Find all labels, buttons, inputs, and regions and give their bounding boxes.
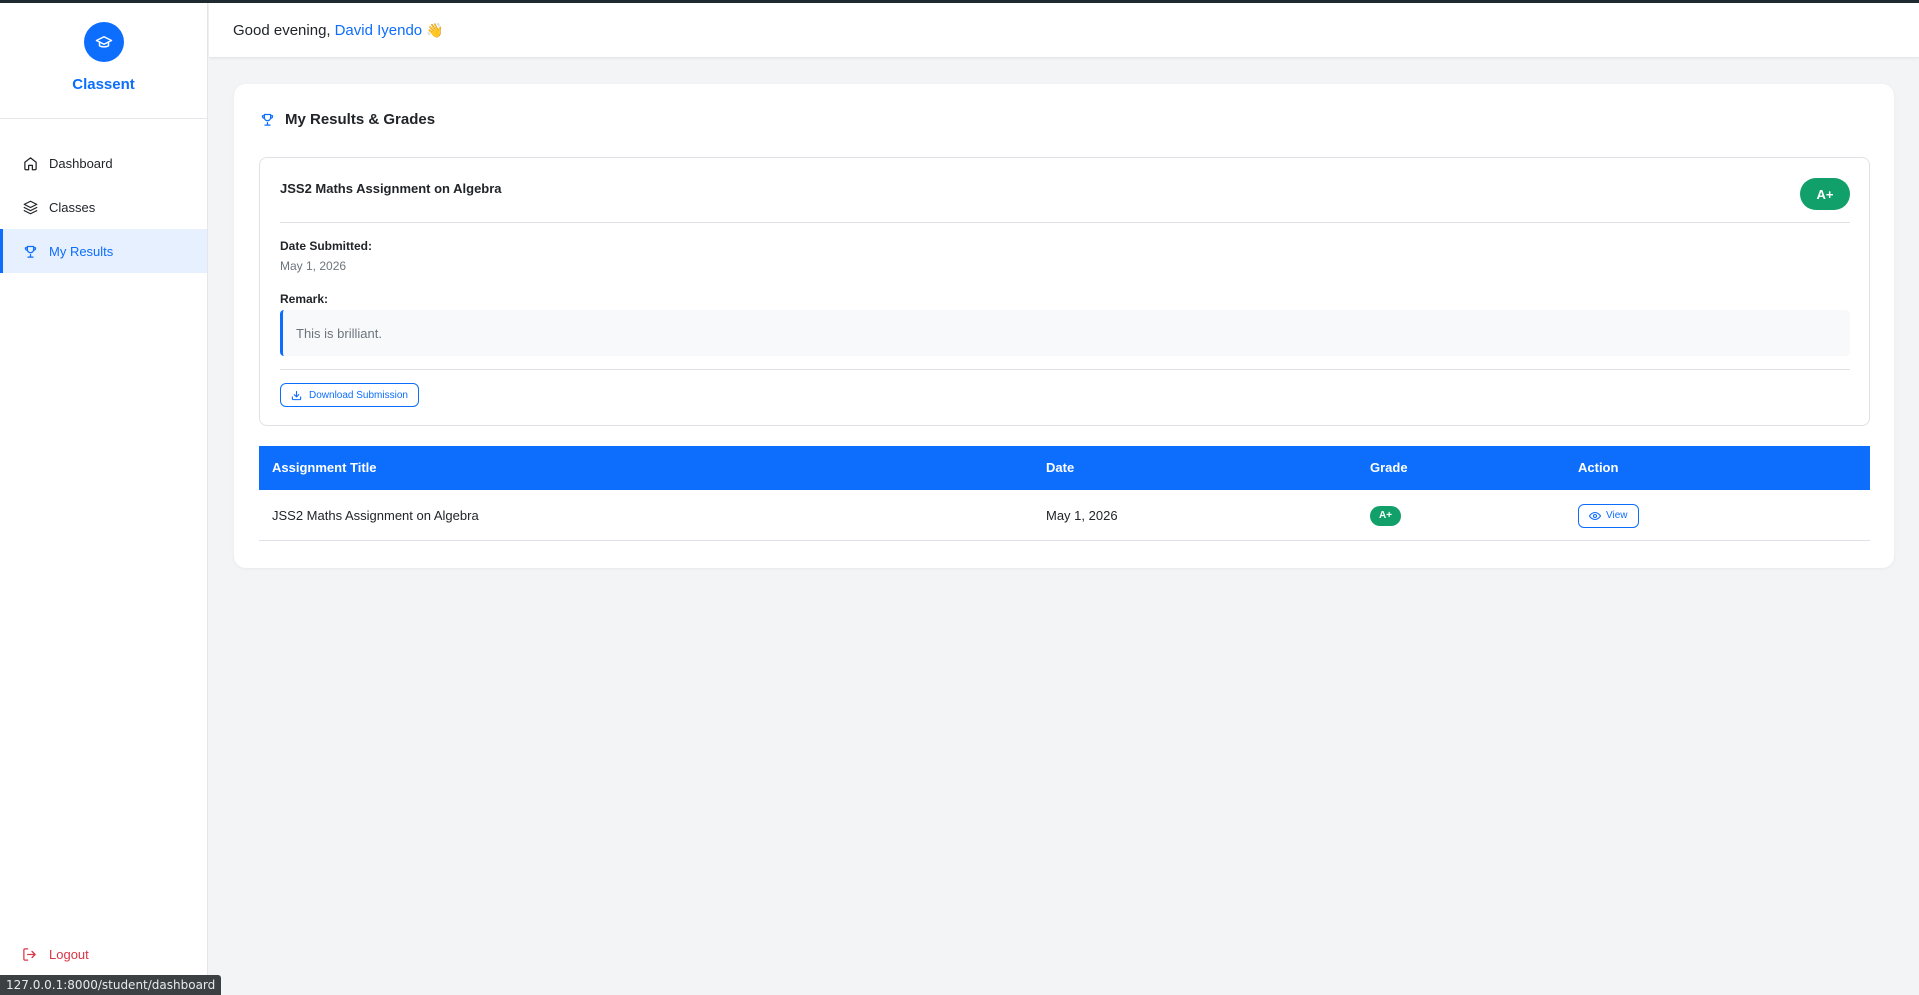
- logout-button[interactable]: Logout: [22, 946, 89, 962]
- logout-icon: [22, 946, 38, 962]
- sidebar-nav: Dashboard Classes My Results: [0, 141, 207, 273]
- sidebar-item-label: My Results: [49, 243, 114, 259]
- sidebar-item-my-results[interactable]: My Results: [0, 229, 207, 273]
- user-name: David Iyendo: [334, 21, 423, 39]
- sidebar-item-dashboard[interactable]: Dashboard: [0, 141, 207, 185]
- grade-badge: A+: [1800, 178, 1850, 210]
- column-header-date: Date: [1046, 460, 1075, 475]
- row-action-cell: View: [1578, 490, 1639, 541]
- page-title: My Results & Grades: [260, 111, 435, 128]
- home-icon: [22, 155, 38, 171]
- trophy-icon: [260, 112, 276, 128]
- date-submitted-value: May 1, 2026: [280, 259, 347, 273]
- sidebar: Classent Dashboard Classes My Results Lo…: [0, 3, 208, 995]
- download-icon: [291, 389, 303, 401]
- eye-icon: [1589, 510, 1601, 522]
- divider: [280, 369, 1850, 370]
- sidebar-item-label: Dashboard: [49, 155, 113, 171]
- logout-label: Logout: [49, 946, 89, 962]
- brand-name[interactable]: Classent: [72, 76, 135, 93]
- assignment-title: JSS2 Maths Assignment on Algebra: [280, 181, 502, 196]
- remark-text: This is brilliant.: [296, 325, 382, 341]
- results-card: My Results & Grades JSS2 Maths Assignmen…: [234, 84, 1894, 568]
- results-table: Assignment Title Date Grade Action JSS2 …: [259, 446, 1870, 541]
- row-date: May 1, 2026: [1046, 508, 1118, 523]
- graduation-cap-icon[interactable]: [83, 22, 124, 62]
- remark-label: Remark:: [280, 292, 329, 306]
- page-title-text: My Results & Grades: [285, 111, 436, 128]
- download-submission-button[interactable]: Download Submission: [280, 383, 419, 407]
- divider: [280, 222, 1850, 223]
- result-detail-card: JSS2 Maths Assignment on Algebra A+ Date…: [259, 157, 1870, 426]
- top-header: Good evening, David Iyendo 👋: [209, 3, 1919, 58]
- sidebar-item-classes[interactable]: Classes: [0, 185, 207, 229]
- sidebar-item-label: Classes: [49, 199, 96, 215]
- date-submitted-label: Date Submitted:: [280, 239, 373, 253]
- trophy-icon: [22, 243, 38, 259]
- column-header-grade: Grade: [1370, 460, 1408, 475]
- row-grade-cell: A+: [1370, 490, 1402, 541]
- row-title: JSS2 Maths Assignment on Algebra: [272, 508, 479, 523]
- grade-badge: A+: [1370, 505, 1402, 526]
- table-row: JSS2 Maths Assignment on Algebra May 1, …: [259, 490, 1870, 541]
- view-label: View: [1606, 510, 1628, 521]
- brand: Classent: [0, 3, 207, 119]
- column-header-action: Action: [1578, 460, 1619, 475]
- table-header: Assignment Title Date Grade Action: [259, 446, 1870, 490]
- wave-emoji: 👋: [426, 21, 444, 38]
- layers-icon: [22, 199, 38, 215]
- view-button[interactable]: View: [1578, 503, 1639, 528]
- window-top-border: [0, 0, 1919, 3]
- link-status-bar: 127.0.0.1:8000/student/dashboard: [0, 975, 222, 995]
- greeting-text: Good evening,: [233, 21, 331, 39]
- remark-box: This is brilliant.: [280, 310, 1850, 356]
- download-label: Download Submission: [309, 389, 408, 401]
- column-header-title: Assignment Title: [272, 460, 377, 475]
